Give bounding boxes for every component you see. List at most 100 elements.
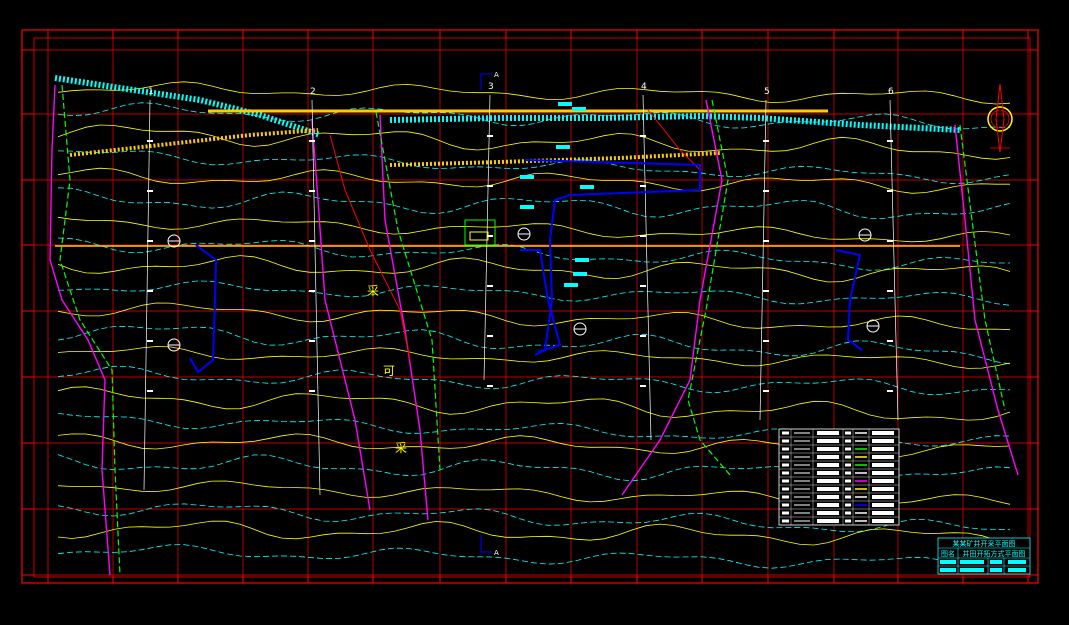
borehole-tick [763,140,769,142]
borehole-tick [487,185,493,187]
legend-icon [845,495,851,499]
legend-icon [782,495,789,499]
legend-icon [782,463,789,467]
seam-mark: 可 [383,364,395,378]
borehole-tick [887,390,893,392]
borehole-tick [887,190,893,192]
legend-icon [845,471,851,475]
legend-icon [782,487,789,491]
borehole-tick [309,290,315,292]
exploration-line-label: 2 [310,87,316,97]
label-bar [573,272,587,276]
exploration-line-label: 5 [764,87,770,97]
borehole-tick [640,185,646,187]
legend-text-bar [872,479,894,483]
borehole-tick [887,240,893,242]
title-block: 某某矿井开采平面图 图名 井田开拓方式平面图 [937,537,1031,575]
legend-text-bar [872,455,894,459]
legend-text-bar [817,487,839,491]
legend-table [778,428,900,526]
legend-icon [845,479,851,483]
legend-text-bar [817,511,839,515]
legend-icon [845,503,851,507]
label-bar [580,185,594,189]
legend-text-bar [872,487,894,491]
legend-icon [845,463,851,467]
legend-icon [782,519,789,523]
label-bar [564,283,578,287]
borehole-tick [763,290,769,292]
cut-marker-label: A [494,549,499,557]
legend-icon [845,519,851,523]
label-bar [520,205,534,209]
legend-icon [782,479,789,483]
legend-icon [782,511,789,515]
legend-text-bar [817,471,839,475]
borehole-tick [763,240,769,242]
borehole-tick [640,235,646,237]
borehole-tick [147,290,153,292]
legend-text-bar [872,447,894,451]
legend-icon [845,455,851,459]
legend-text-bar [872,495,894,499]
borehole-tick [763,390,769,392]
borehole-tick [147,240,153,242]
borehole-tick [887,140,893,142]
borehole-tick [309,340,315,342]
cad-drawing: 1 2 3 4 5 6 A A 采 可 采 某某矿井开采平面图 图名 井田开拓方式平面图 [0,0,1069,625]
legend-text-bar [872,439,894,443]
exploration-line-label: 3 [488,82,494,92]
legend-icon [845,431,851,435]
borehole-tick [763,340,769,342]
legend-text-bar [817,431,839,435]
borehole-tick [640,285,646,287]
legend-text-bar [817,439,839,443]
legend-icon [845,511,851,515]
legend-text-bar [817,447,839,451]
legend-text-bar [872,519,894,523]
label-bar [558,102,572,106]
legend-text-bar [817,503,839,507]
legend-icon [845,439,851,443]
legend-icon [782,471,789,475]
seam-mark: 采 [367,284,379,298]
borehole-tick [309,190,315,192]
title-block-label: 图名 [941,549,955,558]
label-bar [520,175,534,179]
label-bar [572,107,586,111]
legend-text-bar [817,479,839,483]
exploration-line-label: 1 [148,87,154,97]
legend-icon [845,487,851,491]
borehole-tick [640,335,646,337]
legend-icon [845,447,851,451]
legend-text-bar [872,503,894,507]
title-block-heading: 某某矿井开采平面图 [953,539,1016,548]
borehole-tick [309,390,315,392]
legend-text-bar [817,463,839,467]
legend-icon [782,455,789,459]
borehole-tick [887,340,893,342]
borehole-tick [309,240,315,242]
legend-icon [782,439,789,443]
exploration-line-label: 6 [888,87,894,97]
borehole-tick [147,140,153,142]
borehole-tick [887,290,893,292]
borehole-tick [487,285,493,287]
cut-marker-label: A [494,71,499,79]
legend-icon [782,447,789,451]
legend-text-bar [872,471,894,475]
legend-text-bar [817,495,839,499]
legend-text-bar [817,519,839,523]
legend-icon [782,503,789,507]
legend-icon [782,431,789,435]
exploration-line-label: 4 [641,82,647,92]
legend-text-bar [872,431,894,435]
title-block-name: 井田开拓方式平面图 [963,549,1026,558]
borehole-tick [487,135,493,137]
legend-text-bar [872,463,894,467]
borehole-tick [147,190,153,192]
borehole-tick [147,340,153,342]
borehole-tick [763,190,769,192]
borehole-tick [309,140,315,142]
label-bar [575,258,589,262]
